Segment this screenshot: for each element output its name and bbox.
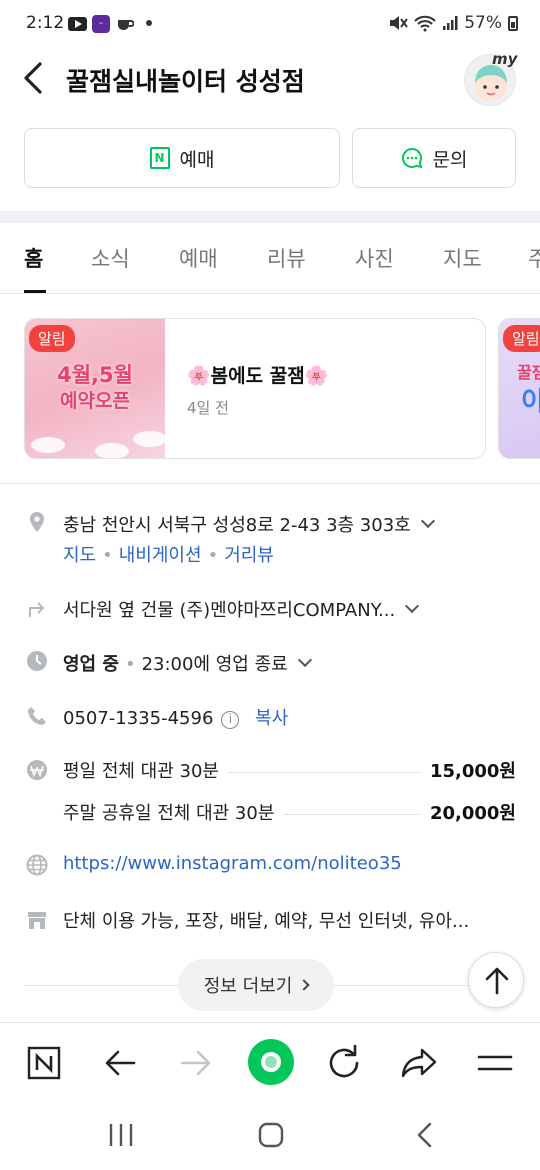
price-name: 평일 전체 대관 30분 (63, 761, 219, 782)
amenities-row[interactable]: 단체 이용 가능, 포장, 배달, 예약, 무선 인터넷, 유아... (63, 907, 469, 933)
app-notification-icon: ~ (92, 15, 110, 33)
reserve-label: 예매 (179, 148, 215, 171)
section-divider (0, 211, 540, 223)
hours-status: 영업 중 (63, 654, 119, 675)
home-icon[interactable] (256, 1121, 286, 1149)
tab-photos[interactable]: 사진 (355, 243, 394, 273)
price-row: 주말 공휴일 전체 대관 30분 20,000원 (63, 799, 516, 825)
globe-icon (26, 854, 48, 876)
notice-card[interactable]: 꿀잼 이 알림 (498, 318, 540, 459)
refresh-icon[interactable] (322, 1041, 366, 1085)
mute-icon (390, 16, 409, 30)
chevron-down-icon (420, 513, 435, 529)
tab-map[interactable]: 지도 (443, 243, 482, 273)
inquiry-button[interactable]: 문의 (352, 128, 516, 188)
info-divider (0, 483, 540, 484)
tab-bar: 홈 소식 예매 리뷰 사진 지도 주 (0, 223, 540, 294)
price-value: 15,000원 (429, 761, 516, 782)
signal-icon (443, 16, 458, 30)
status-bar: 2:12 ~ 57% (0, 0, 540, 50)
reserve-button[interactable]: N 예매 (24, 128, 340, 188)
notice-card[interactable]: 4월,5월 예약오픈 알림 🌸봄에도 꿀잼🌸 4일 전 (24, 318, 486, 459)
street-view-link[interactable]: 거리뷰 (224, 545, 274, 566)
tab-surroundings[interactable]: 주 (528, 243, 540, 273)
status-time: 2:12 (26, 13, 65, 33)
notice-image-line2: 예약오픈 (60, 390, 130, 412)
notice-time: 4일 전 (187, 399, 229, 417)
tab-reserve[interactable]: 예매 (179, 243, 218, 273)
battery-icon (508, 15, 518, 31)
more-info-button[interactable]: 정보 더보기 (178, 959, 334, 1011)
chevron-down-icon (405, 598, 420, 614)
hours-row[interactable]: 영업 중 • 23:00에 영업 종료 (63, 650, 312, 676)
tab-home[interactable]: 홈 (24, 243, 43, 273)
system-nav-bar (0, 1100, 540, 1170)
directions-row[interactable]: 서다원 옆 건물 (주)멘야마쯔리COMPANY... (63, 596, 420, 622)
arrow-up-icon (485, 967, 509, 995)
header: 꿀잼실내놀이터 성성점 my (0, 50, 540, 110)
page-title: 꿀잼실내놀이터 성성점 (66, 67, 305, 96)
tab-reviews[interactable]: 리뷰 (267, 243, 306, 273)
won-icon (27, 760, 47, 780)
naver-home-icon[interactable] (22, 1041, 66, 1085)
address-row[interactable]: 충남 천안시 서북구 성성8로 2-43 3층 303호 (63, 511, 435, 537)
share-icon[interactable] (398, 1041, 442, 1085)
battery-percent: 57% (464, 13, 502, 33)
notice-image-line2: 이 (521, 381, 540, 418)
chat-bubble-icon (401, 147, 422, 169)
more-notifications-dot (146, 20, 152, 26)
price-value: 20,000원 (429, 803, 516, 824)
notice-badge: 알림 (29, 325, 75, 352)
clock-icon (27, 651, 47, 671)
status-right: 57% (388, 13, 518, 33)
store-icon (28, 912, 46, 929)
youtube-icon (68, 17, 87, 31)
notice-badge: 알림 (503, 325, 540, 352)
map-link[interactable]: 지도 (63, 545, 96, 566)
notice-image-line1: 4월,5월 (57, 363, 133, 387)
scroll-to-top-button[interactable] (468, 952, 524, 1008)
back-arrow-icon[interactable] (98, 1041, 142, 1085)
address-links: 지도 • 내비게이션 • 거리뷰 (63, 545, 274, 566)
price-name: 주말 공휴일 전체 대관 30분 (63, 803, 275, 824)
tab-news[interactable]: 소식 (91, 243, 130, 273)
more-info-label: 정보 더보기 (203, 976, 293, 997)
location-pin-icon (30, 512, 44, 532)
naver-calendar-icon: N (149, 147, 170, 169)
info-icon[interactable]: i (221, 711, 240, 729)
recent-apps-icon[interactable] (106, 1122, 136, 1148)
cup-icon (118, 20, 134, 30)
phone-icon (28, 707, 46, 725)
navigation-link[interactable]: 내비게이션 (119, 545, 202, 566)
notice-image-line1: 꿀잼 (517, 363, 540, 382)
notice-title: 🌸봄에도 꿀잼🌸 (187, 365, 329, 387)
green-dot-button[interactable] (248, 1039, 294, 1085)
system-back-icon[interactable] (410, 1121, 440, 1149)
hours-detail: 23:00에 영업 종료 (141, 654, 288, 675)
my-label: my (492, 50, 518, 68)
browser-toolbar (0, 1022, 540, 1100)
website-link[interactable]: https://www.instagram.com/noliteo35 (63, 853, 402, 874)
directions-icon (29, 602, 45, 617)
address-text: 충남 천안시 서북구 성성8로 2-43 3층 303호 (63, 515, 411, 536)
menu-icon[interactable] (473, 1041, 517, 1085)
chevron-down-icon (297, 652, 312, 668)
forward-arrow-icon[interactable] (174, 1041, 218, 1085)
inquiry-label: 문의 (432, 148, 468, 171)
back-arrow-icon[interactable] (20, 60, 50, 96)
copy-link[interactable]: 복사 (255, 708, 288, 729)
wifi-icon (414, 15, 436, 32)
directions-text: 서다원 옆 건물 (주)멘야마쯔리COMPANY... (63, 600, 396, 621)
phone-number: 0507-1335-4596 (63, 708, 214, 729)
price-row: 평일 전체 대관 30분 15,000원 (63, 757, 516, 783)
phone-row[interactable]: 0507-1335-4596 i 복사 (63, 704, 288, 730)
chevron-right-icon (298, 979, 310, 991)
active-tab-indicator (24, 290, 46, 293)
